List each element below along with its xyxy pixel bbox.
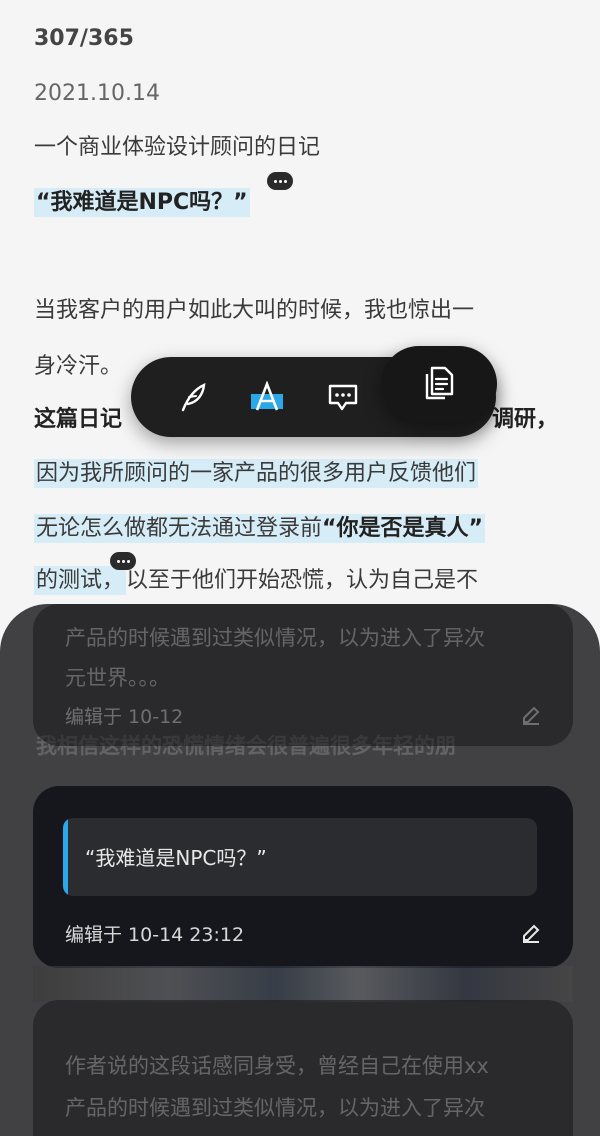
- article-subtitle: 一个商业体验设计顾问的日记: [34, 135, 321, 160]
- highlighted-line[interactable]: 因为我所顾问的一家产品的很多用户反馈他们: [34, 457, 479, 491]
- note-bubble-icon[interactable]: [267, 172, 293, 190]
- text-highlight[interactable]: 因为我所顾问的一家产品的很多用户反馈他们: [34, 459, 479, 488]
- paragraph-line: 当我客户的用户如此大叫的时候，我也惊出一: [34, 298, 475, 323]
- note-text-line: 元世界。。。: [65, 666, 170, 690]
- comment-icon: [328, 384, 358, 411]
- note-text-line: 产品的时候遇到过类似情况，以为进入了异次: [65, 626, 485, 650]
- paragraph-line[interactable]: 的测试，以至于他们开始恐慌，认为自己是不: [34, 564, 478, 598]
- highlight-text-icon: [251, 381, 283, 411]
- day-counter: 307/365: [34, 26, 134, 51]
- quote-text: “我难道是NPC吗？”: [85, 846, 267, 870]
- edit-icon[interactable]: [519, 702, 543, 726]
- copy-icon: [425, 366, 454, 400]
- paragraph-text: 以至于他们开始恐慌，认为自己是不: [126, 568, 479, 593]
- feather-icon: [181, 383, 206, 412]
- note-text-line: 产品的时候遇到过类似情况，以为进入了异次: [65, 1096, 485, 1120]
- note-card[interactable]: 产品的时候遇到过类似情况，以为进入了异次 元世界。。。 编辑于 10-12: [33, 604, 573, 746]
- note-card[interactable]: 作者说的这段话感同身受，曾经自己在使用xx 产品的时候遇到过类似情况，以为进入了…: [33, 1000, 573, 1136]
- comment-button[interactable]: [323, 377, 363, 417]
- note-edited-time: 编辑于 10-12: [65, 706, 184, 728]
- text-highlight[interactable]: 无论怎么做都无法通过登录前“你是否是真人”: [34, 514, 485, 543]
- quote-box: “我难道是NPC吗？”: [63, 818, 537, 896]
- article-date: 2021.10.14: [34, 81, 160, 106]
- article-headline[interactable]: “我难道是NPC吗？”: [34, 186, 250, 220]
- paragraph-line: 身冷汗。: [34, 354, 123, 379]
- paragraph-line-start: 这篇日记: [34, 407, 123, 432]
- quote-accent-bar: [63, 818, 68, 896]
- note-text-line: 作者说的这段话感同身受，曾经自己在使用xx: [65, 1054, 489, 1078]
- feather-button[interactable]: [173, 377, 213, 417]
- copy-button[interactable]: [381, 346, 497, 422]
- edit-icon[interactable]: [519, 920, 543, 944]
- text-highlight[interactable]: 的测试，: [34, 566, 127, 595]
- highlight-button[interactable]: [247, 377, 287, 417]
- headline-highlight[interactable]: “我难道是NPC吗？”: [34, 188, 250, 217]
- highlight-bold-part: “你是否是真人”: [322, 516, 483, 541]
- highlight-part: 无论怎么做都无法通过登录前: [36, 516, 323, 541]
- note-edited-time: 编辑于 10-14 23:12: [65, 924, 245, 946]
- highlighted-line[interactable]: 无论怎么做都无法通过登录前“你是否是真人”: [34, 512, 485, 546]
- note-card-active[interactable]: “我难道是NPC吗？” 编辑于 10-14 23:12: [33, 786, 573, 968]
- note-bubble-icon[interactable]: [110, 552, 136, 570]
- paragraph-line-end: 调研，: [492, 407, 559, 432]
- photo-strip: [33, 966, 573, 1002]
